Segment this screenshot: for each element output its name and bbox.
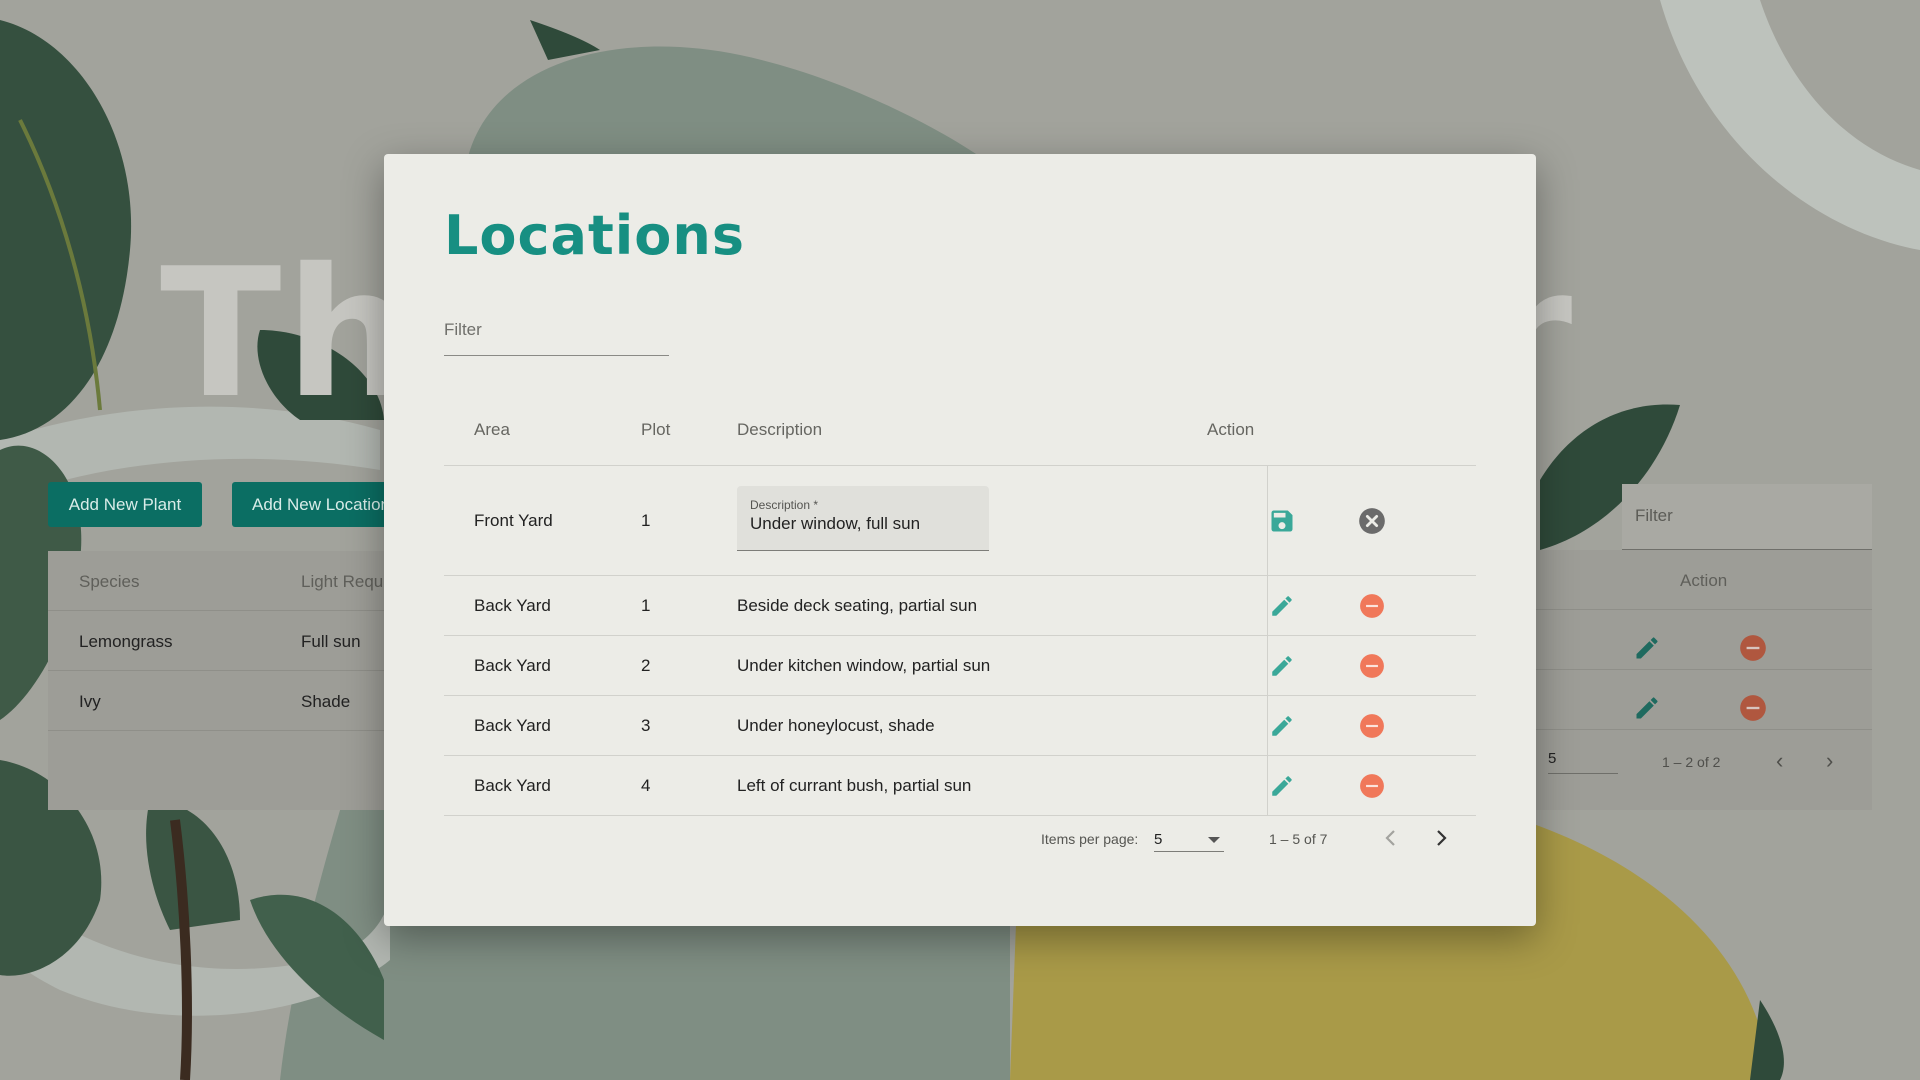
chevron-right-icon[interactable]: ›	[1826, 748, 1833, 774]
pencil-icon	[1272, 596, 1292, 616]
description-field[interactable]: Description *	[737, 486, 989, 551]
caret-down-icon	[1208, 837, 1220, 843]
locations-dialog: Locations Area Plot Description Action F…	[384, 154, 1536, 926]
minus-circle-icon	[1360, 714, 1384, 738]
items-per-page-label: Items per page:	[1041, 831, 1139, 847]
area-cell: Back Yard	[474, 716, 551, 735]
edit-button[interactable]	[1264, 768, 1300, 804]
species-cell: Lemongrass	[79, 632, 173, 651]
description-cell: Under honeylocust, shade	[737, 716, 935, 735]
minus-circle-icon[interactable]	[1739, 634, 1767, 662]
column-header-action: Action	[1207, 420, 1255, 439]
table-header-row: Species Light Requirement	[48, 551, 440, 611]
items-per-page-select[interactable]: 5	[1548, 750, 1618, 774]
area-cell: Back Yard	[474, 776, 551, 795]
previous-page-button[interactable]	[1373, 820, 1409, 856]
add-new-plant-button[interactable]: Add New Plant	[48, 482, 202, 527]
pencil-icon[interactable]	[1633, 694, 1661, 722]
next-page-button[interactable]	[1423, 820, 1459, 856]
plants-table: Species Light Requirement Lemongrass Ful…	[48, 551, 440, 810]
column-header-plot: Plot	[641, 420, 671, 439]
plot-cell: 1	[641, 596, 651, 615]
pencil-icon[interactable]	[1633, 634, 1661, 662]
pencil-icon	[1272, 776, 1292, 796]
edit-button[interactable]	[1264, 588, 1300, 624]
area-cell: Back Yard	[474, 656, 551, 675]
column-header-action: Action	[1680, 571, 1728, 590]
items-per-page-select[interactable]: 5	[1154, 822, 1224, 852]
plot-cell: 3	[641, 716, 651, 735]
table-header-row: Area Plot Description Action	[444, 386, 1476, 466]
page-range: 1 – 2 of 2	[1662, 754, 1721, 770]
table-row[interactable]: Ivy Shade	[48, 671, 384, 731]
description-cell: Under kitchen window, partial sun	[737, 656, 991, 675]
description-cell: Left of currant bush, partial sun	[737, 776, 972, 795]
cancel-circle-icon	[1359, 508, 1385, 534]
description-cell: Beside deck seating, partial sun	[737, 596, 978, 615]
table-row-editing[interactable]: Front Yard 1 Description *	[444, 466, 1476, 576]
chevron-left-icon[interactable]: ‹	[1776, 748, 1783, 774]
pencil-icon	[1272, 716, 1292, 736]
plot-cell: 4	[641, 776, 651, 795]
plot-cell: 2	[641, 656, 651, 675]
area-cell: Back Yard	[474, 596, 551, 615]
minus-circle-icon	[1360, 654, 1384, 678]
delete-button[interactable]	[1354, 708, 1390, 744]
chevron-right-icon	[1437, 830, 1447, 846]
area-cell: Front Yard	[474, 511, 553, 530]
save-button[interactable]	[1264, 503, 1300, 539]
chevron-left-icon	[1385, 830, 1395, 846]
minus-circle-icon	[1360, 594, 1384, 618]
cancel-button[interactable]	[1354, 503, 1390, 539]
save-icon	[1271, 510, 1293, 532]
pencil-icon	[1272, 656, 1292, 676]
paginator: Items per page: 5 1 – 5 of 7	[384, 818, 1536, 858]
delete-button[interactable]	[1354, 768, 1390, 804]
items-per-page-value: 5	[1154, 831, 1163, 848]
minus-circle-icon[interactable]	[1739, 694, 1767, 722]
edit-button[interactable]	[1264, 648, 1300, 684]
light-cell: Shade	[301, 692, 351, 711]
edit-button[interactable]	[1264, 708, 1300, 744]
page-range: 1 – 5 of 7	[1269, 831, 1328, 847]
column-header-area: Area	[474, 420, 510, 439]
light-cell: Full sun	[301, 632, 361, 651]
description-input[interactable]	[750, 514, 975, 534]
column-header-description: Description	[737, 420, 823, 439]
delete-button[interactable]	[1354, 648, 1390, 684]
table-row[interactable]: Back Yard 3 Under honeylocust, shade	[444, 696, 1476, 756]
delete-button[interactable]	[1354, 588, 1390, 624]
minus-circle-icon	[1360, 774, 1384, 798]
plants-table-right: Action 5 1 – 2 of 2 ‹ ›	[1536, 484, 1872, 810]
table-row[interactable]: Lemongrass Full sun	[48, 611, 384, 671]
add-new-location-button[interactable]: Add New Location	[232, 482, 384, 527]
plants-paginator: 5 1 – 2 of 2 ‹ ›	[1536, 730, 1872, 810]
table-row[interactable]: Back Yard 4 Left of currant bush, partia…	[444, 756, 1476, 816]
table-row[interactable]: Back Yard 1 Beside deck seating, partial…	[444, 576, 1476, 636]
table-row[interactable]: Back Yard 2 Under kitchen window, partia…	[444, 636, 1476, 696]
locations-filter-field[interactable]	[444, 306, 669, 356]
dialog-title: Locations	[444, 204, 745, 267]
column-header-species: Species	[79, 572, 140, 591]
plot-cell: 1	[641, 511, 651, 530]
filter-input[interactable]	[444, 306, 669, 340]
species-cell: Ivy	[79, 692, 101, 711]
description-label: Description *	[750, 498, 819, 512]
